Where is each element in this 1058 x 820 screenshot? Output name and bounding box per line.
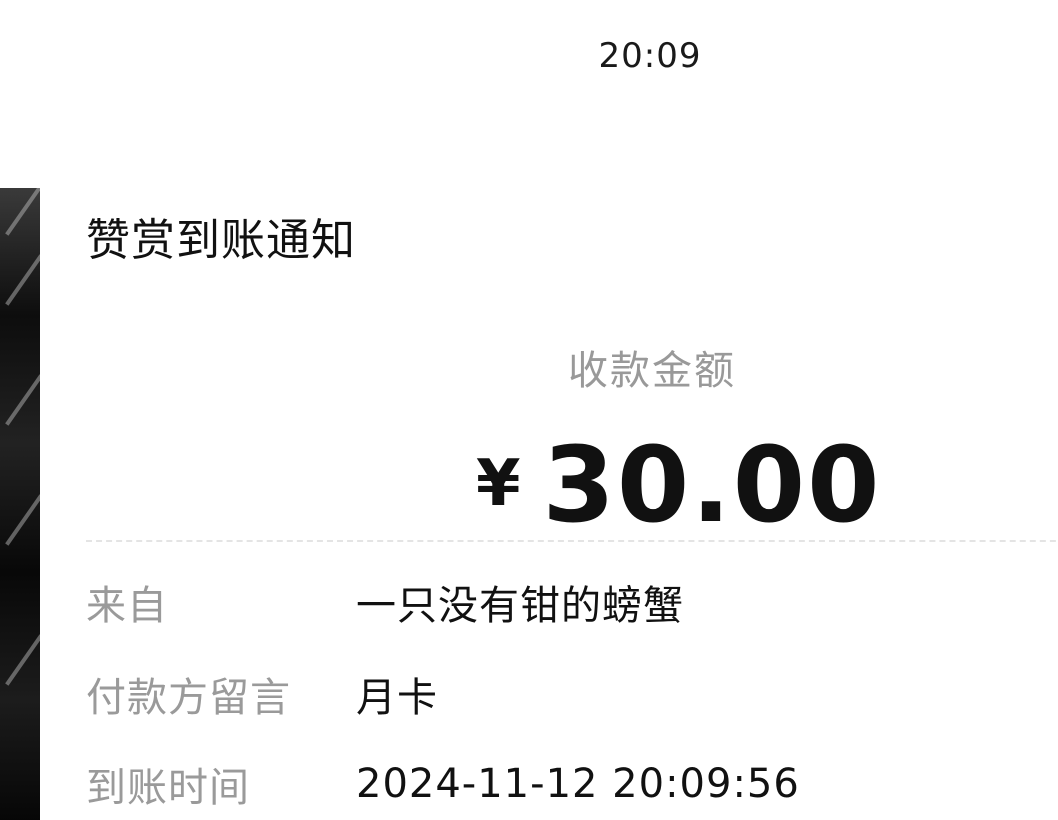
detail-row-message: 付款方留言 月卡: [86, 664, 438, 724]
detail-value: 2024-11-12 20:09:56: [356, 761, 800, 807]
amount-value: 30.00: [542, 424, 882, 546]
detail-row-time: 到账时间 2024-11-12 20:09:56: [86, 754, 800, 814]
detail-key: 到账时间: [86, 765, 250, 811]
amount-label: 收款金额: [568, 348, 736, 394]
screen: 20:09 赞赏到账通知 收款金额 ¥ 30.00 来自 一只没有钳的螃蟹 付款…: [0, 0, 1058, 820]
detail-key: 来自: [86, 583, 168, 629]
notification-title: 赞赏到账通知: [86, 215, 356, 266]
notification-card[interactable]: 赞赏到账通知 收款金额 ¥ 30.00 来自 一只没有钳的螃蟹 付款方留言 月卡…: [40, 188, 1058, 820]
detail-value: 一只没有钳的螃蟹: [356, 583, 684, 629]
detail-value: 月卡: [356, 675, 438, 721]
currency-symbol: ¥: [476, 447, 521, 521]
sender-avatar[interactable]: [0, 188, 40, 820]
amount-display: ¥ 30.00: [476, 424, 882, 546]
detail-row-from: 来自 一只没有钳的螃蟹: [86, 572, 684, 632]
dashed-divider: [86, 540, 1058, 542]
detail-key: 付款方留言: [86, 675, 291, 721]
status-bar-time: 20:09: [598, 36, 702, 76]
